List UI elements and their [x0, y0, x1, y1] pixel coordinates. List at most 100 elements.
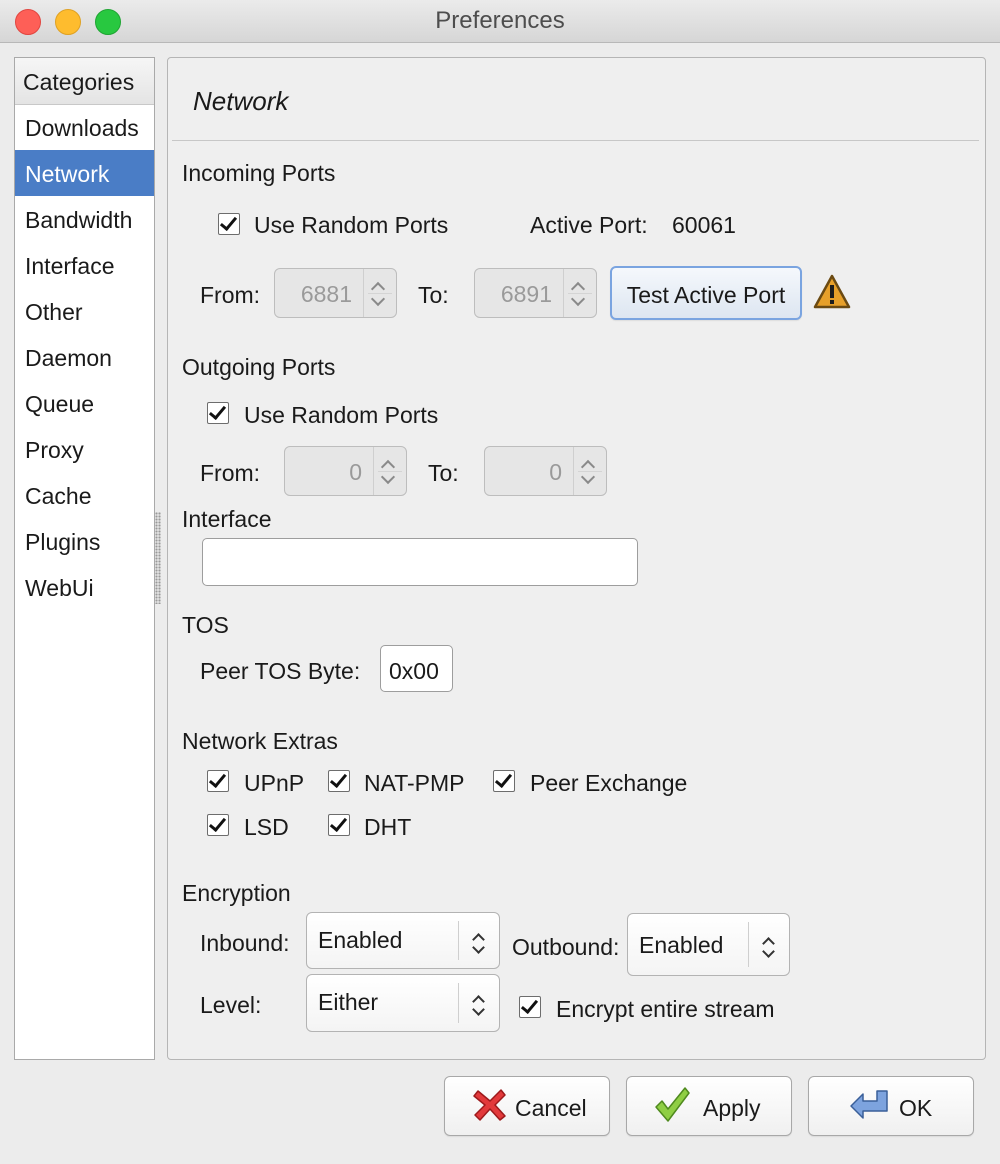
sidebar-item-cache[interactable]: Cache — [15, 472, 154, 518]
dht-checkbox[interactable] — [328, 814, 350, 836]
outgoing-to-value: 0 — [549, 459, 562, 485]
chevron-down-icon[interactable] — [380, 469, 396, 485]
chevron-down-icon — [472, 941, 485, 954]
peer-exchange-label[interactable]: Peer Exchange — [530, 770, 687, 797]
incoming-from-spinbox[interactable]: 6881 — [274, 268, 397, 318]
sidebar-item-queue[interactable]: Queue — [15, 380, 154, 426]
ok-button[interactable]: OK — [808, 1076, 974, 1136]
outgoing-ports-heading: Outgoing Ports — [182, 354, 336, 380]
encryption-heading: Encryption — [182, 880, 291, 906]
sidebar-item-label: Plugins — [25, 529, 101, 555]
sidebar-item-bandwidth[interactable]: Bandwidth — [15, 196, 154, 242]
nat-pmp-label[interactable]: NAT-PMP — [364, 770, 465, 797]
header-divider — [172, 140, 979, 141]
inbound-value: Enabled — [318, 927, 403, 953]
inbound-select[interactable]: Enabled — [306, 912, 500, 969]
upnp-label[interactable]: UPnP — [244, 770, 304, 797]
sidebar-item-label: Bandwidth — [25, 207, 133, 233]
upnp-checkbox[interactable] — [207, 770, 229, 792]
checkmark-icon — [655, 1087, 690, 1122]
outgoing-to-label: To: — [428, 460, 459, 486]
lsd-checkbox[interactable] — [207, 814, 229, 836]
sidebar-item-plugins[interactable]: Plugins — [15, 518, 154, 564]
outgoing-to-stepper[interactable] — [573, 447, 606, 495]
peer-tos-input[interactable]: 0x00 — [380, 645, 453, 692]
chevron-down-icon — [472, 1003, 485, 1016]
cancel-button[interactable]: Cancel — [444, 1076, 610, 1136]
active-port-label: Active Port: — [530, 212, 648, 238]
apply-label: Apply — [703, 1095, 761, 1121]
outgoing-random-ports-label[interactable]: Use Random Ports — [244, 402, 438, 429]
sidebar-item-label: Network — [25, 161, 110, 187]
sidebar-item-label: Interface — [25, 253, 115, 279]
incoming-to-stepper[interactable] — [563, 269, 596, 317]
splitter-handle[interactable] — [155, 512, 161, 604]
categories-header: Categories — [15, 58, 154, 105]
sidebar-item-proxy[interactable]: Proxy — [15, 426, 154, 472]
outgoing-from-spinbox[interactable]: 0 — [284, 446, 407, 496]
sidebar-item-downloads[interactable]: Downloads — [15, 104, 154, 150]
interface-input[interactable] — [202, 538, 638, 586]
warning-icon — [813, 274, 851, 309]
title-bar: Preferences — [0, 0, 1000, 43]
encrypt-entire-stream-label[interactable]: Encrypt entire stream — [556, 996, 775, 1023]
sidebar-item-other[interactable]: Other — [15, 288, 154, 334]
chevron-down-icon — [762, 945, 775, 958]
incoming-ports-heading: Incoming Ports — [182, 160, 336, 186]
lsd-label[interactable]: LSD — [244, 814, 289, 841]
chevron-down-icon[interactable] — [580, 469, 596, 485]
peer-tos-label: Peer TOS Byte: — [200, 658, 361, 684]
incoming-to-label: To: — [418, 282, 449, 308]
incoming-to-spinbox[interactable]: 6891 — [474, 268, 597, 318]
incoming-from-value: 6881 — [300, 281, 352, 307]
level-value: Either — [318, 989, 379, 1015]
incoming-from-label: From: — [200, 282, 261, 308]
nat-pmp-checkbox[interactable] — [328, 770, 350, 792]
chevron-down-icon[interactable] — [570, 291, 586, 307]
sidebar-item-daemon[interactable]: Daemon — [15, 334, 154, 380]
incoming-random-ports-label[interactable]: Use Random Ports — [254, 212, 448, 239]
level-select[interactable]: Either — [306, 974, 500, 1032]
outgoing-to-spinbox[interactable]: 0 — [484, 446, 607, 496]
level-label: Level: — [200, 992, 262, 1018]
test-active-port-button[interactable]: Test Active Port — [610, 266, 802, 320]
inbound-label: Inbound: — [200, 930, 290, 956]
sidebar-item-label: Queue — [25, 391, 95, 417]
outbound-label: Outbound: — [512, 934, 620, 960]
categories-list: Categories Downloads Network Bandwidth I… — [14, 57, 155, 1060]
ok-label: OK — [899, 1095, 933, 1121]
categories-header-label: Categories — [23, 69, 135, 95]
encrypt-entire-stream-checkbox[interactable] — [519, 996, 541, 1018]
sidebar-item-label: Daemon — [25, 345, 112, 371]
apply-button[interactable]: Apply — [626, 1076, 792, 1136]
peer-tos-value: 0x00 — [389, 658, 439, 684]
outbound-select[interactable]: Enabled — [627, 913, 790, 976]
sidebar-item-webui[interactable]: WebUi — [15, 564, 154, 610]
interface-heading: Interface — [182, 506, 272, 532]
cancel-label: Cancel — [515, 1095, 587, 1121]
outbound-value: Enabled — [639, 932, 724, 958]
sidebar-item-label: Cache — [25, 483, 92, 509]
incoming-random-ports-checkbox[interactable] — [218, 213, 240, 235]
cancel-icon — [473, 1089, 506, 1121]
sidebar-item-network[interactable]: Network — [15, 150, 154, 196]
peer-exchange-checkbox[interactable] — [493, 770, 515, 792]
network-extras-heading: Network Extras — [182, 728, 338, 754]
incoming-to-value: 6891 — [500, 281, 552, 307]
test-active-port-label: Test Active Port — [626, 282, 786, 308]
enter-arrow-icon — [850, 1090, 888, 1119]
sidebar-item-interface[interactable]: Interface — [15, 242, 154, 288]
chevron-down-icon[interactable] — [370, 291, 386, 307]
page-title: Network — [193, 86, 289, 116]
outgoing-random-ports-checkbox[interactable] — [207, 402, 229, 424]
sidebar-item-label: Downloads — [25, 115, 139, 141]
sidebar-item-label: WebUi — [25, 575, 94, 601]
sidebar-item-label: Proxy — [25, 437, 84, 463]
dht-label[interactable]: DHT — [364, 814, 411, 841]
active-port-value: 60061 — [672, 212, 736, 238]
window-title: Preferences — [435, 7, 565, 34]
incoming-from-stepper[interactable] — [363, 269, 396, 317]
outgoing-from-stepper[interactable] — [373, 447, 406, 495]
sidebar-item-label: Other — [25, 299, 83, 325]
outgoing-from-label: From: — [200, 460, 261, 486]
